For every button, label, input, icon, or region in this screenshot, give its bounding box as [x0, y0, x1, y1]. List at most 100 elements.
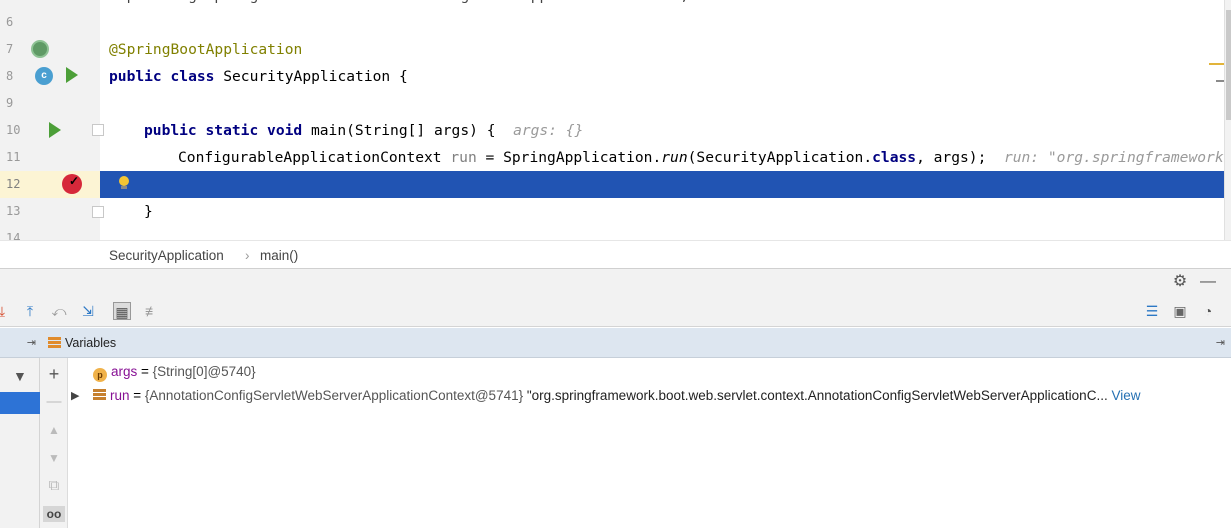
code-text: } — [144, 203, 153, 220]
frames-panel: ⇥ ▼ — [0, 328, 40, 528]
gutter-line-7[interactable]: 7 — [0, 36, 100, 63]
variable-name: args — [111, 364, 138, 379]
memory-icon[interactable]: ◔ — [1199, 302, 1217, 320]
inline-value-hint: run: "org.springframework — [1003, 149, 1224, 166]
code-text: = SpringApplication. — [476, 149, 662, 166]
line-number: 9 — [6, 96, 14, 110]
variable-value: "org.springframework.boot.web.servlet.co… — [523, 388, 1108, 403]
keyword: public — [144, 122, 197, 139]
scrollbar-thumb[interactable] — [1226, 10, 1231, 120]
editor-scrollbar[interactable] — [1224, 0, 1231, 240]
variables-tree[interactable]: p args = {String[0]@5740} ▶ run = {Annota… — [68, 358, 1231, 528]
move-up-icon[interactable]: ▲ — [46, 422, 62, 438]
code-line-7[interactable]: @SpringBootApplication — [100, 36, 1224, 63]
variables-icon — [48, 337, 61, 349]
gutter-line-14[interactable]: 14 — [0, 225, 100, 240]
minimize-icon[interactable]: — — [1199, 273, 1217, 291]
line-number: 11 — [6, 150, 21, 164]
frames-icon[interactable]: ▣ — [1171, 302, 1189, 320]
parameter-icon: p — [93, 368, 107, 382]
code-line-11[interactable]: ConfigurableApplicationContext run = Spr… — [100, 144, 1224, 171]
variable-type: {String[0]@5740} — [152, 364, 256, 379]
drop-frame-icon[interactable]: ⤺ — [50, 302, 68, 320]
remove-watch-icon[interactable]: — — [46, 394, 62, 410]
method-call: run — [661, 149, 688, 166]
code-line-12-execution-point[interactable]: System.out.println(111); — [100, 171, 1224, 220]
step-into-icon[interactable]: ⤓ — [0, 302, 11, 320]
editor-gutter[interactable]: 6 7 8 c 9 10 11 12 ✓ 13 14 — [0, 0, 104, 240]
gutter-line-12[interactable]: 12 ✓ — [0, 171, 100, 198]
variable-type: {AnnotationConfigServletWebServerApplica… — [144, 388, 524, 403]
breadcrumb-item-method[interactable]: main() — [260, 248, 298, 263]
inline-value-hint: args: {} — [513, 122, 584, 139]
line-number: 6 — [6, 15, 14, 29]
view-link[interactable]: View — [1108, 388, 1140, 403]
pin-icon[interactable]: ⇥ — [1216, 336, 1225, 349]
variable-equals: = — [137, 364, 153, 379]
keyword: class — [170, 68, 215, 85]
variables-header: Variables ⇥ — [40, 328, 1231, 358]
line-number: 7 — [6, 42, 14, 56]
line-number: 10 — [6, 123, 21, 137]
gutter-line-11[interactable]: 11 — [0, 144, 100, 171]
keyword: static — [205, 122, 259, 139]
line-number: 8 — [6, 69, 14, 83]
expand-chevron-icon[interactable]: ▶ — [71, 384, 79, 408]
step-out-icon[interactable]: ⤒ — [21, 302, 39, 320]
variable-row-run[interactable]: ▶ run = {AnnotationConfigServletWebServe… — [68, 384, 1231, 408]
spring-config-icon[interactable]: c — [35, 67, 53, 85]
run-icon[interactable] — [49, 122, 61, 138]
variable-name: run — [450, 149, 477, 166]
lightbulb-icon[interactable] — [118, 176, 130, 190]
gutter-line-8[interactable]: 8 c — [0, 63, 100, 90]
code-line-10[interactable]: public static void main(String[] args) {… — [100, 117, 1224, 144]
show-watches-icon[interactable]: oo — [43, 506, 65, 522]
keyword: class — [872, 149, 917, 166]
debug-toolbar: ⤓ ⤒ ⤺ ⇲ ▦ ≢ ☰ ▣ ◔ — [0, 295, 1231, 327]
breadcrumb-separator: › — [245, 248, 250, 263]
line-number: 13 — [6, 204, 21, 218]
annotation: @SpringBootApplication — [109, 41, 303, 58]
evaluate-expression-icon[interactable]: ▦ — [113, 302, 131, 320]
run-to-cursor-icon[interactable]: ⇲ — [79, 302, 97, 320]
scroll-marker[interactable] — [1216, 80, 1224, 82]
restore-layout-icon[interactable]: ☰ — [1143, 302, 1161, 320]
breadcrumb: SecurityApplication › main() — [0, 240, 1231, 268]
line-number: 12 — [6, 177, 21, 191]
class-declaration: SecurityApplication { — [214, 68, 408, 85]
code-line-13[interactable]: } — [100, 198, 1224, 225]
variables-side-toolbar: + — ▲ ▼ ⧉ oo — [40, 358, 68, 528]
breakpoint-icon[interactable]: ✓ — [62, 174, 82, 194]
scroll-marker[interactable] — [1209, 63, 1224, 65]
gear-icon[interactable]: ⚙ — [1171, 273, 1189, 291]
selected-frame[interactable] — [0, 392, 40, 414]
method-signature: main(String[] args) { — [302, 122, 496, 139]
code-text: , args); — [916, 149, 987, 166]
breadcrumb-item-class[interactable]: SecurityApplication — [109, 248, 224, 263]
run-icon[interactable] — [66, 67, 78, 83]
frames-header: ⇥ — [0, 328, 40, 358]
code-text: (SecurityApplication. — [687, 149, 873, 166]
variable-row-args[interactable]: p args = {String[0]@5740} — [68, 360, 1231, 384]
variables-title: Variables — [65, 336, 117, 350]
code-area[interactable]: import org.springframework.context.Confi… — [100, 0, 1224, 240]
filter-icon[interactable]: ▼ — [13, 368, 27, 384]
add-watch-icon[interactable]: + — [46, 365, 62, 383]
variable-name: run — [110, 388, 130, 403]
gutter-line-6[interactable]: 6 — [0, 9, 100, 36]
copy-icon[interactable]: ⧉ — [46, 478, 62, 494]
pin-icon[interactable]: ⇥ — [27, 336, 36, 349]
debug-panel-header: ⚙ — — [0, 268, 1231, 295]
type-name: ConfigurableApplicationContext — [178, 149, 442, 166]
gutter-line-10[interactable]: 10 — [0, 117, 104, 144]
keyword: void — [267, 122, 303, 139]
spring-bean-icon[interactable] — [31, 40, 49, 58]
gutter-line-13[interactable]: 13 — [0, 198, 104, 225]
field-icon — [93, 389, 106, 401]
move-down-icon[interactable]: ▼ — [46, 450, 62, 466]
code-line-8[interactable]: public class SecurityApplication { — [100, 63, 1224, 90]
trace-icon[interactable]: ≢ — [143, 302, 161, 320]
code-line-5[interactable]: import org.springframework.context.Confi… — [100, 0, 1224, 9]
gutter-line-9[interactable]: 9 — [0, 90, 100, 117]
code-editor[interactable]: 6 7 8 c 9 10 11 12 ✓ 13 14 import org.sp… — [0, 0, 1231, 240]
